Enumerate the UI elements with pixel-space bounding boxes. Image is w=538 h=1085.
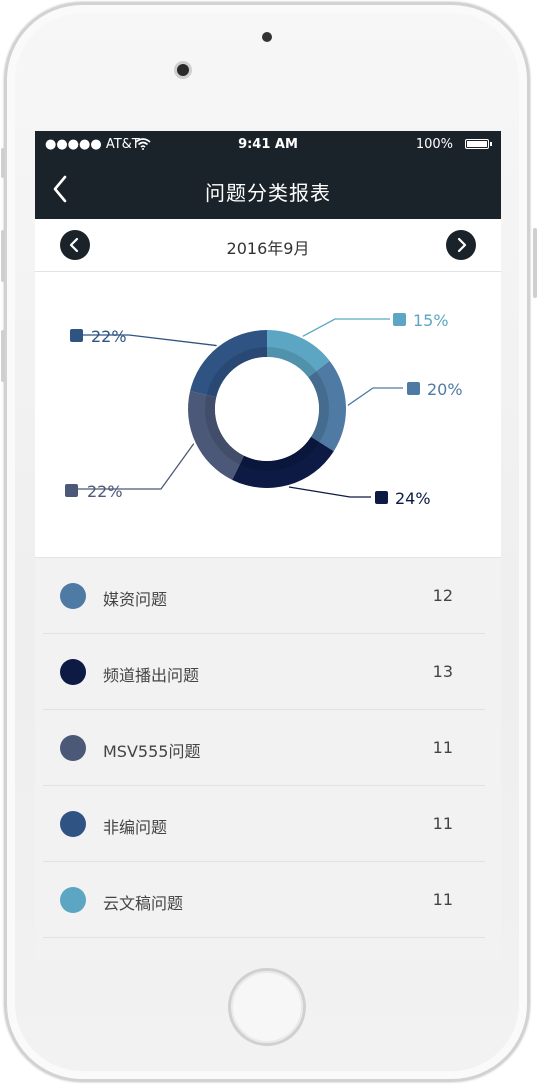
- color-dot-icon: [60, 887, 86, 913]
- list-item[interactable]: 云文稿问题 11: [43, 862, 485, 938]
- color-dot-icon: [60, 735, 86, 761]
- list-item-count: 12: [432, 586, 453, 605]
- volume-down-button: [1, 330, 5, 382]
- donut-hole: [215, 357, 319, 461]
- list-item[interactable]: 频道播出问题 13: [43, 634, 485, 710]
- list-item-count: 13: [432, 662, 453, 681]
- navigation-bar: 问题分类报表: [35, 159, 501, 219]
- month-selector: 2016年9月: [35, 219, 501, 272]
- data-label: 20%: [427, 380, 463, 399]
- list-item-label: 非编问题: [103, 818, 168, 837]
- list-item[interactable]: 媒资问题 12: [43, 558, 485, 634]
- legend-square-icon: [407, 382, 420, 395]
- list-item-label: 频道播出问题: [103, 666, 200, 685]
- leader-line: [288, 486, 371, 498]
- volume-up-button: [1, 230, 5, 282]
- color-dot-icon: [60, 659, 86, 685]
- front-camera: [174, 61, 192, 79]
- chevron-right-icon: [457, 237, 467, 253]
- legend-square-icon: [375, 491, 388, 504]
- current-month: 2016年9月: [226, 239, 310, 258]
- legend-square-icon: [70, 329, 83, 342]
- legend-square-icon: [393, 313, 406, 326]
- power-button: [533, 228, 537, 298]
- data-label: 22%: [91, 327, 127, 346]
- next-month-button[interactable]: [446, 230, 476, 260]
- page-title: 问题分类报表: [205, 181, 331, 205]
- donut-chart: 15% 20% 24% 22% 22%: [65, 311, 463, 508]
- list-item-count: 11: [432, 890, 453, 909]
- data-label: 24%: [395, 489, 431, 508]
- status-bar: ●●●●● AT&T 9:41 AM 100%: [35, 131, 501, 159]
- data-label: 22%: [87, 482, 123, 501]
- leader-line: [347, 387, 403, 406]
- chart-panel: 15% 20% 24% 22% 22%: [35, 272, 501, 558]
- list-item-label: 媒资问题: [103, 590, 168, 609]
- color-dot-icon: [60, 583, 86, 609]
- data-label: 15%: [413, 311, 449, 330]
- list-item[interactable]: MSV555问题 11: [43, 710, 485, 786]
- legend-square-icon: [65, 484, 78, 497]
- battery-percentage: 100%: [415, 137, 453, 152]
- earpiece: [262, 32, 272, 42]
- leader-line: [302, 318, 390, 337]
- battery-icon: [465, 139, 492, 149]
- list-item-label: 云文稿问题: [103, 894, 184, 913]
- mute-switch: [1, 148, 5, 178]
- list-item[interactable]: 非编问题 11: [43, 786, 485, 862]
- list-item-label: MSV555问题: [103, 742, 201, 761]
- screen: ●●●●● AT&T 9:41 AM 100% 问题分类报表 2016年9月 1…: [35, 131, 501, 961]
- list-item-count: 11: [432, 738, 453, 757]
- color-dot-icon: [60, 811, 86, 837]
- category-list: 媒资问题 12 频道播出问题 13 MSV555问题 11 非编问题 11 云文稿问题 11: [35, 558, 501, 938]
- list-item-count: 11: [432, 814, 453, 833]
- home-button[interactable]: [228, 968, 306, 1046]
